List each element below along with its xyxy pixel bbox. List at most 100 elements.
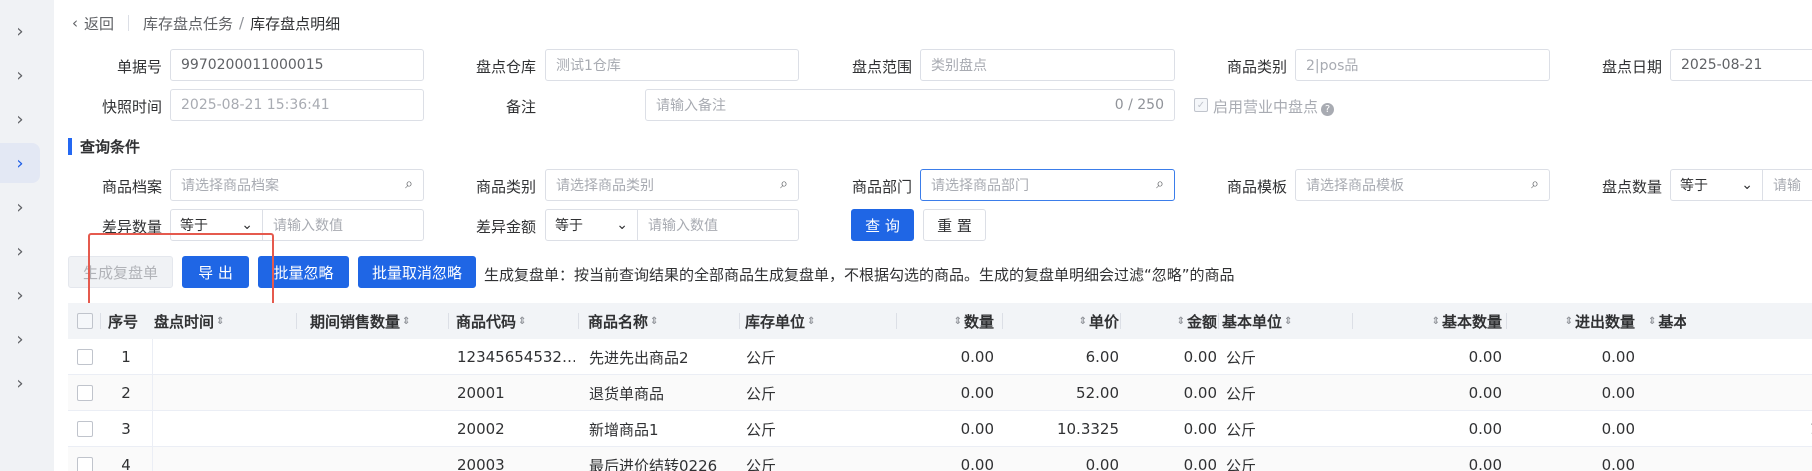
col-sales-label: 期间销售数量: [310, 312, 401, 331]
product-category-select[interactable]: 请选择商品类别 ⌕: [545, 169, 799, 201]
count-qty-input[interactable]: 请输: [1763, 175, 1811, 195]
back-label: 返回: [84, 14, 115, 33]
rail-expand-1[interactable]: ›: [0, 11, 40, 51]
count-qty-filter[interactable]: 等于 ⌄ 请输: [1670, 169, 1812, 201]
table-row[interactable]: 3 20002 新增商品1 公斤 0.00 10.3325 0.00 公斤 0.…: [68, 411, 1812, 447]
remark-label: 备注: [505, 98, 536, 116]
sort-icon: ⇕: [650, 315, 659, 327]
product-template-select[interactable]: 请选择商品模板 ⌕: [1295, 169, 1550, 201]
rail-expand-3[interactable]: ›: [0, 99, 40, 139]
cell-unit: 公斤: [746, 384, 777, 403]
product-category-placeholder: 请选择商品类别: [556, 178, 654, 194]
cell-price: 6.00: [1085, 348, 1119, 366]
cell-name: 退货单商品: [589, 384, 665, 403]
reset-button[interactable]: 重 置: [923, 209, 986, 241]
diff-amount-input[interactable]: 请输入数值: [638, 215, 728, 235]
col-name[interactable]: 商品名称 ⇕: [578, 303, 738, 339]
diff-amount-label: 差异金额: [475, 218, 536, 236]
col-io-qty[interactable]: ⇕ 进出数量: [1506, 303, 1635, 339]
rail-expand-5[interactable]: ›: [0, 187, 40, 227]
product-archive-select[interactable]: 请选择商品档案 ⌕: [170, 169, 424, 201]
rail-expand-7[interactable]: ›: [0, 275, 40, 315]
remark-field[interactable]: 请输入备注 0 / 250: [645, 89, 1175, 121]
search-button[interactable]: 查 询: [851, 209, 914, 241]
cell-code: 20001: [457, 384, 505, 402]
chevron-right-icon: ›: [16, 20, 24, 42]
product-dept-select[interactable]: 请选择商品部门 ⌕: [920, 169, 1175, 201]
cell-time: [158, 447, 308, 471]
chevron-right-icon: ›: [16, 64, 24, 86]
col-qty[interactable]: ⇕ 数量: [888, 303, 994, 339]
cell-base-unit: 公斤: [1226, 348, 1257, 367]
col-code-label: 商品代码: [456, 312, 517, 331]
row-checkbox[interactable]: [77, 457, 93, 471]
col-sales[interactable]: 期间销售数量 ⇕: [296, 303, 450, 339]
help-icon[interactable]: ?: [1321, 103, 1335, 116]
sort-icon: ⇕: [1284, 315, 1293, 327]
rail-expand-4[interactable]: ›: [0, 143, 40, 183]
chevron-right-icon: ›: [16, 240, 24, 262]
breadcrumb-parent[interactable]: 库存盘点任务: [143, 13, 233, 34]
diff-qty-input[interactable]: 请输入数值: [263, 215, 353, 235]
rail-expand-9[interactable]: ›: [0, 363, 40, 403]
query-section-title: 查询条件: [80, 138, 141, 156]
search-icon: ⌕: [1531, 176, 1539, 192]
cell-base-qty: 0.00: [1468, 456, 1502, 471]
table-row[interactable]: 2 20001 退货单商品 公斤 0.00 52.00 0.00 公斤 0.00…: [68, 375, 1812, 411]
rail-expand-8[interactable]: ›: [0, 319, 40, 359]
table-row[interactable]: 4 20003 最后进价结转0226 公斤 0.00 0.00 0.00 公斤 …: [68, 447, 1812, 471]
col-unit[interactable]: 库存单位 ⇕: [739, 303, 885, 339]
rail-expand-6[interactable]: ›: [0, 231, 40, 271]
count-qty-operator-value: 等于: [1680, 178, 1708, 194]
col-unit-label: 库存单位: [745, 312, 806, 331]
chevron-left-icon: ‹: [72, 14, 78, 32]
col-amount[interactable]: ⇕ 金额: [1120, 303, 1217, 339]
row-checkbox[interactable]: [77, 349, 93, 365]
breadcrumb: ‹ 返回 库存盘点任务 / 库存盘点明细: [72, 12, 340, 34]
col-time[interactable]: 盘点时间 ⇕: [154, 303, 304, 339]
rail-expand-2[interactable]: ›: [0, 55, 40, 95]
date-label: 盘点日期: [1601, 58, 1662, 76]
table-row[interactable]: 1 12345654532… 先进先出商品2 公斤 0.00 6.00 0.00…: [68, 339, 1812, 375]
diff-qty-operator-value: 等于: [180, 218, 208, 234]
batch-cancel-ignore-button[interactable]: 批量取消忽略: [358, 256, 476, 288]
cell-unit: 公斤: [746, 348, 777, 367]
diff-amount-filter[interactable]: 等于 ⌄ 请输入数值: [545, 209, 799, 241]
in-business-checkbox[interactable]: ✓: [1194, 98, 1208, 112]
row-checkbox[interactable]: [77, 421, 93, 437]
warehouse-field[interactable]: 测试1仓库: [545, 49, 799, 81]
cell-qty: 0.00: [960, 456, 994, 471]
product-archive-label: 商品档案: [101, 178, 162, 196]
col-code[interactable]: 商品代码 ⇕: [448, 303, 566, 339]
doc-no-field[interactable]: 9970200011000015: [170, 49, 424, 81]
category-field[interactable]: 2|pos品: [1295, 49, 1550, 81]
snapshot-field[interactable]: 2025-08-21 15:36:41: [170, 89, 424, 121]
cell-name: 最后进价结转0226: [589, 456, 718, 471]
scope-field[interactable]: 类别盘点: [920, 49, 1175, 81]
count-qty-operator[interactable]: 等于 ⌄: [1671, 170, 1763, 200]
col-price[interactable]: ⇕ 单价: [1002, 303, 1119, 339]
cell-base-unit: 公斤: [1226, 420, 1257, 439]
chevron-right-icon: ›: [16, 328, 24, 350]
diff-amount-operator[interactable]: 等于 ⌄: [546, 210, 638, 240]
remark-placeholder: 请输入备注: [656, 98, 726, 114]
cell-time: [158, 375, 308, 411]
main-content: ‹ 返回 库存盘点任务 / 库存盘点明细 单据号 997020001100001…: [54, 0, 1812, 471]
back-link[interactable]: ‹ 返回: [72, 13, 114, 34]
cell-qty: 0.00: [960, 420, 994, 438]
col-base-unit[interactable]: 基本单位 ⇕: [1218, 303, 1342, 339]
product-archive-placeholder: 请选择商品档案: [181, 178, 279, 194]
side-rail: › › › › › › › › ›: [0, 0, 54, 471]
col-base-qty[interactable]: ⇕ 基本数量: [1348, 303, 1502, 339]
date-field[interactable]: 2025-08-21: [1670, 49, 1812, 81]
search-icon: ⌕: [780, 176, 788, 192]
category-label: 商品类别: [1226, 58, 1287, 76]
select-all-checkbox[interactable]: [77, 313, 93, 329]
sort-icon: ⇕: [216, 315, 225, 327]
col-extra-label: 基本: [1658, 312, 1686, 331]
row-checkbox[interactable]: [77, 385, 93, 401]
col-extra[interactable]: ⇕ 基本: [1646, 303, 1686, 339]
scope-label: 盘点范围: [851, 58, 912, 76]
cell-code: 20002: [457, 420, 505, 438]
product-category-label: 商品类别: [475, 178, 536, 196]
